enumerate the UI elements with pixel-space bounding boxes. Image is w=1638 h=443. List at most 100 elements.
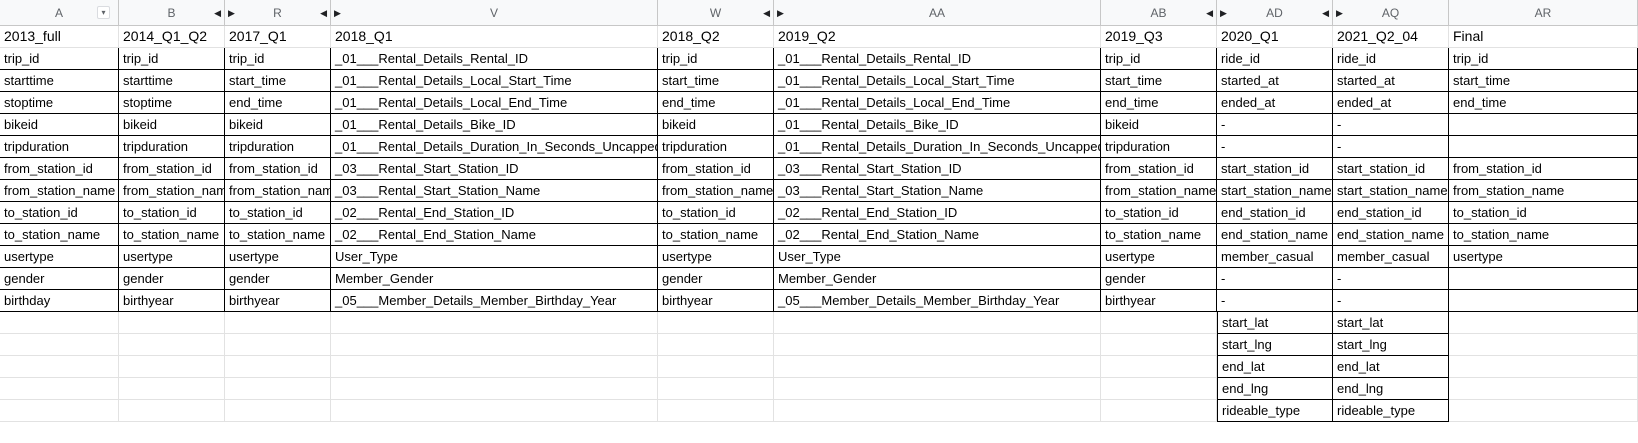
table-cell[interactable]: started_at <box>1217 70 1333 92</box>
table-cell[interactable] <box>119 312 225 334</box>
table-cell[interactable]: birthyear <box>1101 290 1217 312</box>
table-cell[interactable]: trip_id <box>1449 48 1638 70</box>
table-cell[interactable]: from_station_id <box>1101 158 1217 180</box>
expand-right-arrow-icon[interactable]: ▶ <box>228 7 235 19</box>
table-cell[interactable]: gender <box>119 268 225 290</box>
table-cell[interactable] <box>658 400 774 422</box>
table-cell[interactable]: start_lng <box>1333 334 1449 356</box>
table-cell[interactable]: end_station_id <box>1333 202 1449 224</box>
table-cell[interactable]: _01___Rental_Details_Rental_ID <box>774 48 1101 70</box>
table-cell[interactable] <box>0 334 119 356</box>
table-cell[interactable]: - <box>1333 136 1449 158</box>
table-cell[interactable]: _05___Member_Details_Member_Birthday_Yea… <box>774 290 1101 312</box>
column-header-ad[interactable]: AD ◀ ▶ <box>1217 0 1333 26</box>
table-cell[interactable] <box>0 312 119 334</box>
table-cell[interactable]: to_station_id <box>225 202 331 224</box>
table-cell[interactable]: end_station_name <box>1217 224 1333 246</box>
table-cell[interactable]: bikeid <box>1101 114 1217 136</box>
column-header-r[interactable]: R ◀ ▶ <box>225 0 331 26</box>
header-cell[interactable]: 2018_Q1 <box>331 26 658 48</box>
table-cell[interactable]: tripduration <box>0 136 119 158</box>
table-cell[interactable] <box>658 334 774 356</box>
table-cell[interactable]: usertype <box>1449 246 1638 268</box>
table-cell[interactable]: member_casual <box>1333 246 1449 268</box>
table-cell[interactable] <box>225 312 331 334</box>
table-cell[interactable]: start_station_name <box>1333 180 1449 202</box>
table-cell[interactable]: from_station_id <box>119 158 225 180</box>
table-cell[interactable]: to_station_name <box>0 224 119 246</box>
table-cell[interactable]: gender <box>0 268 119 290</box>
table-cell[interactable] <box>1101 312 1217 334</box>
table-cell[interactable]: Member_Gender <box>331 268 658 290</box>
table-cell[interactable]: birthday <box>0 290 119 312</box>
table-cell[interactable]: to_station_name <box>1449 224 1638 246</box>
table-cell[interactable]: end_time <box>1101 92 1217 114</box>
table-cell[interactable]: end_station_id <box>1217 202 1333 224</box>
table-cell[interactable]: _01___Rental_Details_Local_Start_Time <box>331 70 658 92</box>
table-cell[interactable]: end_time <box>658 92 774 114</box>
expand-left-arrow-icon[interactable]: ◀ <box>763 7 770 19</box>
table-cell[interactable]: ended_at <box>1217 92 1333 114</box>
expand-right-arrow-icon[interactable]: ▶ <box>334 7 341 19</box>
table-cell[interactable]: to_station_name <box>225 224 331 246</box>
table-cell[interactable]: end_station_name <box>1333 224 1449 246</box>
table-cell[interactable]: _02___Rental_End_Station_Name <box>331 224 658 246</box>
table-cell[interactable] <box>1449 114 1638 136</box>
table-cell[interactable]: end_lng <box>1217 378 1333 400</box>
table-cell[interactable]: - <box>1217 114 1333 136</box>
table-cell[interactable]: _01___Rental_Details_Duration_In_Seconds… <box>774 136 1101 158</box>
table-cell[interactable] <box>1449 378 1638 400</box>
table-cell[interactable]: bikeid <box>658 114 774 136</box>
table-cell[interactable]: bikeid <box>0 114 119 136</box>
table-cell[interactable]: _02___Rental_End_Station_ID <box>774 202 1101 224</box>
table-cell[interactable]: User_Type <box>774 246 1101 268</box>
table-cell[interactable] <box>0 400 119 422</box>
table-cell[interactable]: ended_at <box>1333 92 1449 114</box>
header-cell[interactable]: 2021_Q2_04 <box>1333 26 1449 48</box>
table-cell[interactable]: trip_id <box>225 48 331 70</box>
table-cell[interactable] <box>331 356 658 378</box>
table-cell[interactable]: _03___Rental_Start_Station_ID <box>331 158 658 180</box>
table-cell[interactable] <box>1101 334 1217 356</box>
header-cell[interactable]: 2018_Q2 <box>658 26 774 48</box>
table-cell[interactable]: _01___Rental_Details_Bike_ID <box>331 114 658 136</box>
table-cell[interactable]: to_station_id <box>119 202 225 224</box>
table-cell[interactable] <box>225 400 331 422</box>
table-cell[interactable] <box>658 312 774 334</box>
table-cell[interactable] <box>1449 312 1638 334</box>
table-cell[interactable]: from_station_nam <box>119 180 225 202</box>
table-cell[interactable]: - <box>1333 290 1449 312</box>
table-cell[interactable]: to_station_id <box>1101 202 1217 224</box>
table-cell[interactable]: _02___Rental_End_Station_Name <box>774 224 1101 246</box>
column-header-ar[interactable]: AR <box>1449 0 1638 26</box>
table-cell[interactable]: stoptime <box>119 92 225 114</box>
column-header-ab[interactable]: AB ◀ <box>1101 0 1217 26</box>
table-cell[interactable]: to_station_id <box>0 202 119 224</box>
expand-right-arrow-icon[interactable]: ▶ <box>1336 7 1343 19</box>
table-cell[interactable]: tripduration <box>119 136 225 158</box>
table-cell[interactable]: - <box>1217 290 1333 312</box>
table-cell[interactable] <box>658 378 774 400</box>
table-cell[interactable] <box>119 400 225 422</box>
table-cell[interactable]: gender <box>658 268 774 290</box>
table-cell[interactable]: trip_id <box>119 48 225 70</box>
header-cell[interactable]: 2017_Q1 <box>225 26 331 48</box>
table-cell[interactable]: start_lat <box>1333 312 1449 334</box>
expand-left-arrow-icon[interactable]: ◀ <box>1322 7 1329 19</box>
table-cell[interactable]: start_time <box>1101 70 1217 92</box>
table-cell[interactable] <box>119 334 225 356</box>
table-cell[interactable]: start_time <box>225 70 331 92</box>
column-header-a[interactable]: A ▾ <box>0 0 119 26</box>
table-cell[interactable]: start_station_name <box>1217 180 1333 202</box>
table-cell[interactable]: from_station_id <box>1449 158 1638 180</box>
header-cell[interactable]: 2014_Q1_Q2 <box>119 26 225 48</box>
table-cell[interactable]: _01___Rental_Details_Rental_ID <box>331 48 658 70</box>
table-cell[interactable]: usertype <box>1101 246 1217 268</box>
table-cell[interactable]: from_station_name <box>658 180 774 202</box>
table-cell[interactable] <box>774 378 1101 400</box>
table-cell[interactable]: from_station_id <box>225 158 331 180</box>
expand-right-arrow-icon[interactable]: ▶ <box>777 7 784 19</box>
table-cell[interactable] <box>1101 378 1217 400</box>
table-cell[interactable]: birthyear <box>119 290 225 312</box>
table-cell[interactable]: from_station_id <box>658 158 774 180</box>
